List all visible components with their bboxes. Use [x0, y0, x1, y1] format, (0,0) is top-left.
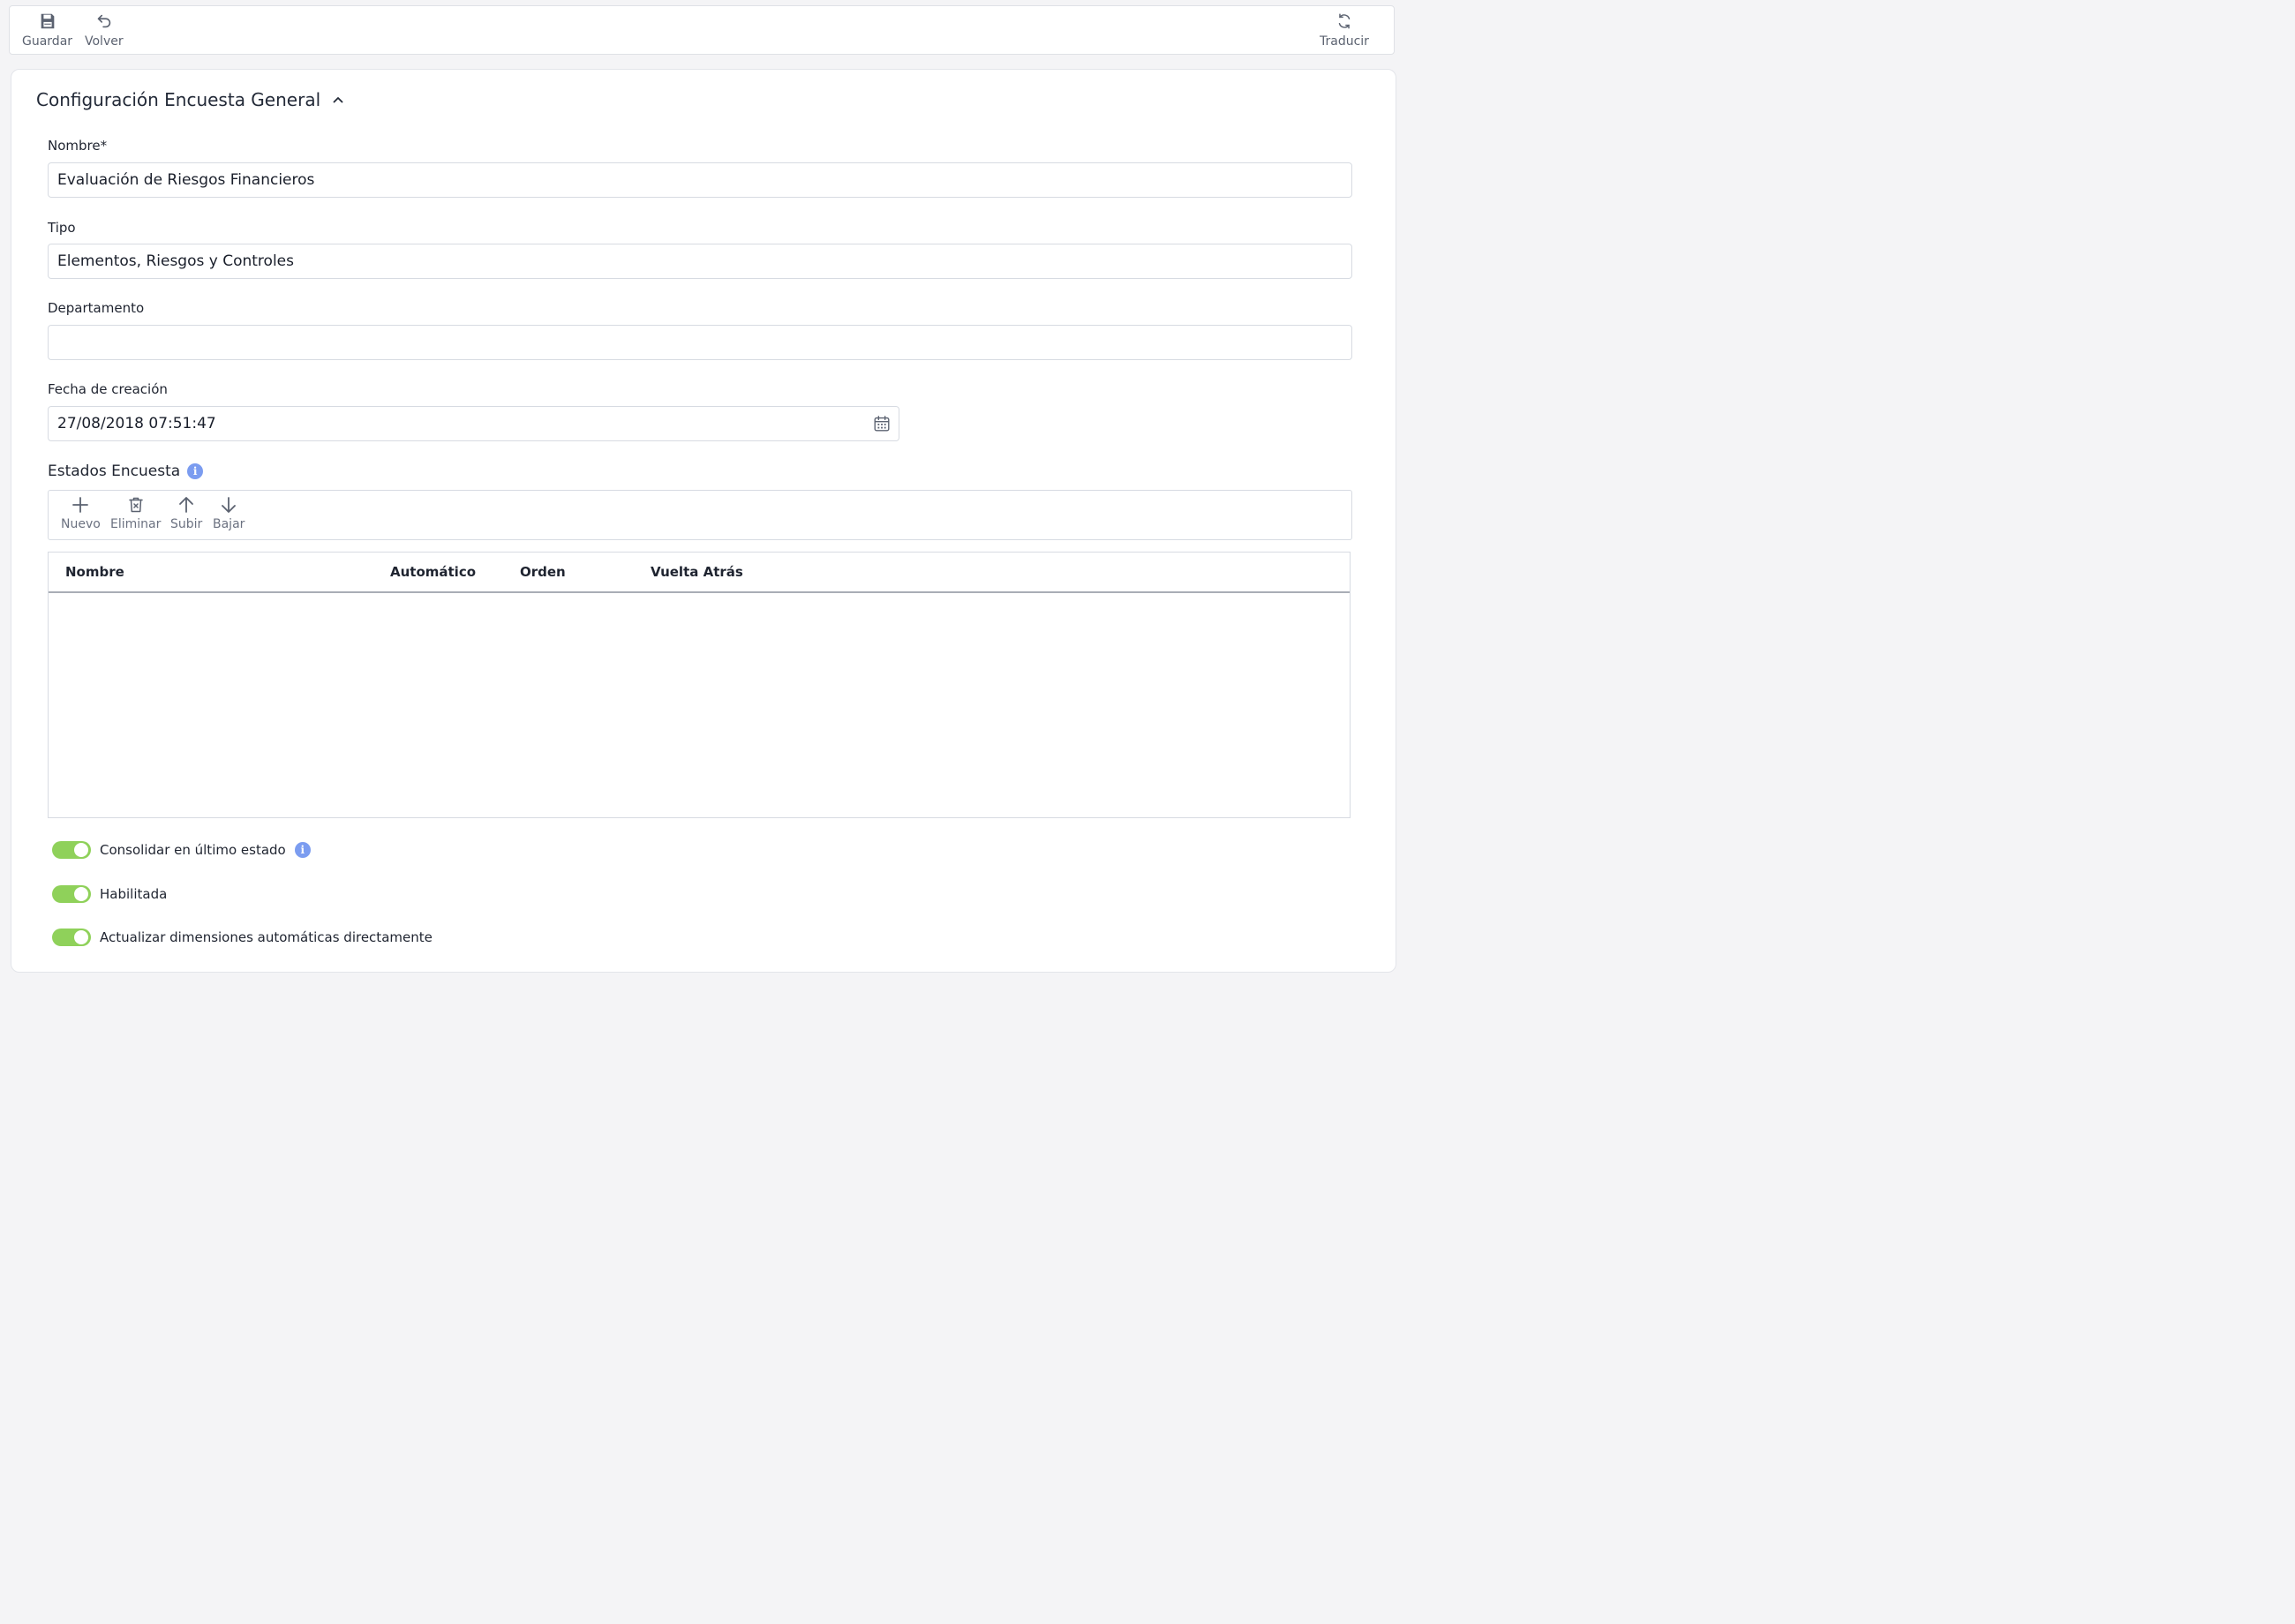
bajar-button[interactable]: Bajar	[213, 494, 245, 531]
eliminar-label: Eliminar	[110, 517, 162, 531]
column-header-nombre[interactable]: Nombre	[65, 564, 124, 580]
tipo-field[interactable]: Elementos, Riesgos y Controles	[48, 244, 1352, 279]
consolidar-label: Consolidar en último estado	[100, 842, 286, 858]
nombre-label: Nombre*	[48, 138, 108, 154]
column-header-vuelta-atras[interactable]: Vuelta Atrás	[651, 564, 743, 580]
bajar-label: Bajar	[213, 517, 245, 531]
actualizar-label: Actualizar dimensiones automáticas direc…	[100, 929, 433, 945]
subir-label: Subir	[170, 517, 203, 531]
tipo-label: Tipo	[48, 220, 76, 236]
estados-table: Nombre Automático Orden Vuelta Atrás	[48, 552, 1351, 818]
calendar-icon[interactable]	[872, 414, 892, 433]
refresh-icon	[1338, 13, 1351, 29]
main-toolbar: Guardar Volver Traducir	[9, 5, 1395, 55]
save-button[interactable]: Guardar	[22, 11, 72, 49]
config-panel: Configuración Encuesta General Nombre* E…	[11, 69, 1396, 973]
plus-icon	[72, 497, 89, 513]
actualizar-toggle[interactable]	[52, 929, 91, 946]
toggle-row-consolidar: Consolidar en último estado i	[52, 841, 311, 859]
habilitada-label: Habilitada	[100, 886, 168, 902]
chevron-up-icon[interactable]	[331, 93, 345, 107]
estados-title: Estados Encuesta i	[48, 462, 204, 480]
undo-icon	[97, 14, 110, 28]
nombre-field[interactable]: Evaluación de Riesgos Financieros	[48, 162, 1352, 198]
translate-button[interactable]: Traducir	[1320, 11, 1369, 49]
departamento-field[interactable]	[48, 325, 1352, 360]
save-label: Guardar	[22, 34, 73, 49]
nuevo-button[interactable]: Nuevo	[61, 494, 101, 531]
fecha-label: Fecha de creación	[48, 381, 168, 397]
arrow-up-icon	[179, 497, 194, 513]
translate-label: Traducir	[1320, 34, 1369, 49]
section-title: Configuración Encuesta General	[36, 89, 321, 110]
fecha-field[interactable]: 27/08/2018 07:51:47	[48, 406, 899, 441]
departamento-label: Departamento	[48, 300, 145, 316]
column-header-automatico[interactable]: Automático	[390, 564, 476, 580]
section-header[interactable]: Configuración Encuesta General	[36, 89, 345, 110]
estados-title-text: Estados Encuesta	[48, 462, 181, 480]
trash-icon	[128, 497, 143, 513]
consolidar-toggle[interactable]	[52, 841, 91, 859]
fecha-value: 27/08/2018 07:51:47	[57, 415, 216, 432]
info-icon[interactable]: i	[294, 842, 311, 858]
back-button[interactable]: Volver	[85, 11, 124, 49]
back-label: Volver	[85, 34, 124, 49]
nuevo-label: Nuevo	[61, 517, 101, 531]
save-icon	[41, 13, 54, 29]
toggle-row-habilitada: Habilitada	[52, 885, 167, 903]
table-header: Nombre Automático Orden Vuelta Atrás	[49, 553, 1350, 593]
subir-button[interactable]: Subir	[170, 494, 202, 531]
eliminar-button[interactable]: Eliminar	[110, 494, 161, 531]
toggle-row-actualizar: Actualizar dimensiones automáticas direc…	[52, 929, 433, 946]
estados-toolbar: Nuevo Eliminar Subir Bajar	[48, 490, 1352, 540]
column-header-orden[interactable]: Orden	[520, 564, 566, 580]
arrow-down-icon	[222, 497, 237, 513]
info-icon[interactable]: i	[187, 463, 204, 479]
habilitada-toggle[interactable]	[52, 885, 91, 903]
